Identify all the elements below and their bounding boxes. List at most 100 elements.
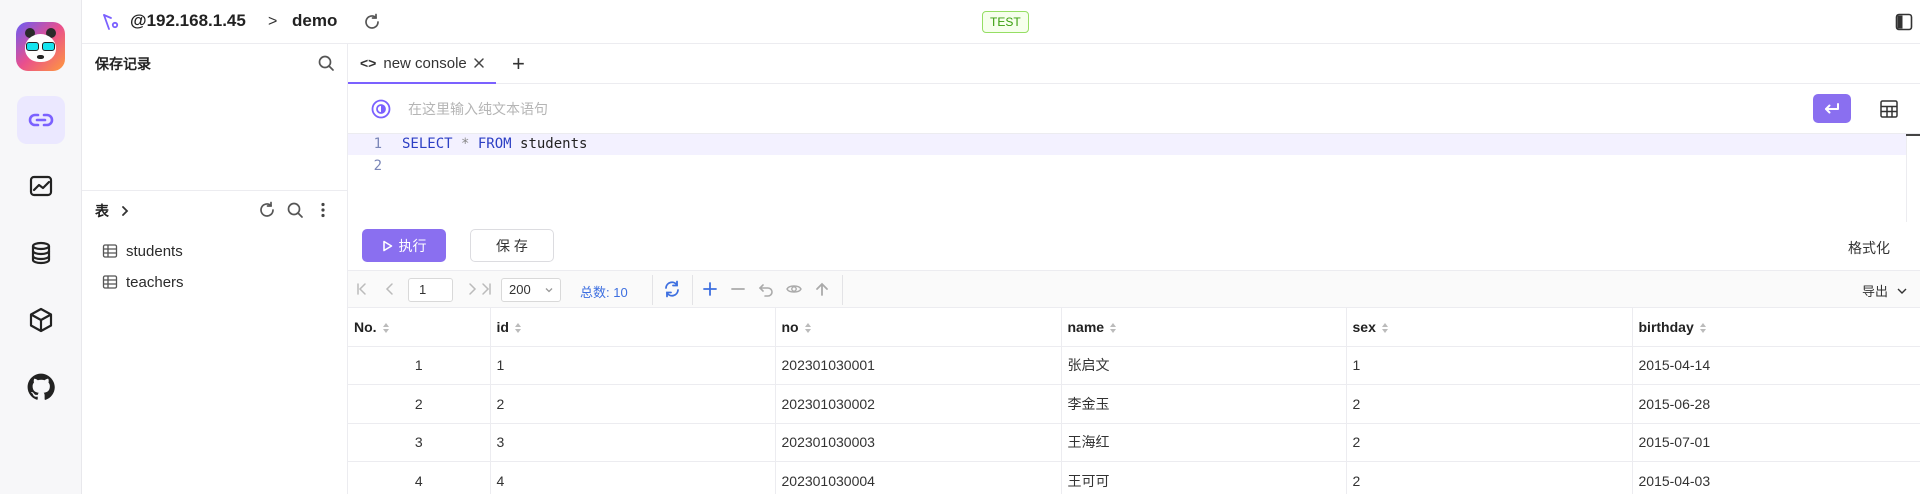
nl-query-input[interactable] xyxy=(408,96,1508,122)
sort-icon[interactable] xyxy=(804,322,812,334)
data-cell[interactable]: 2015-04-14 xyxy=(1632,346,1920,385)
tab-new-console[interactable]: <> new console xyxy=(348,44,496,84)
data-cell[interactable]: 202301030002 xyxy=(775,384,1062,424)
row-number-cell: 2 xyxy=(348,384,491,424)
tables-header[interactable]: 表 xyxy=(95,201,131,221)
rail-package-button[interactable] xyxy=(17,296,65,344)
data-cell[interactable]: 2 xyxy=(490,384,776,424)
icon-rail xyxy=(0,0,82,494)
table-view-icon[interactable] xyxy=(1878,98,1900,120)
search-icon[interactable] xyxy=(317,54,335,72)
link-icon xyxy=(28,113,54,127)
play-icon xyxy=(382,240,392,251)
console-tabs: <> new console + xyxy=(348,44,1920,84)
tab-label: new console xyxy=(383,54,467,72)
data-cell[interactable]: 王海红 xyxy=(1061,423,1347,462)
sort-icon[interactable] xyxy=(514,322,522,334)
code-line: SELECT * FROM students xyxy=(402,136,588,152)
database-name[interactable]: demo xyxy=(292,11,337,31)
total-count: 总数: 10 xyxy=(580,285,628,300)
action-bar: 执行 保 存 格式化 xyxy=(348,222,1920,270)
data-cell[interactable]: 张启文 xyxy=(1061,346,1347,385)
preview-icon[interactable] xyxy=(786,281,802,297)
row-number-cell: 1 xyxy=(348,346,491,385)
table-row[interactable]: 2 2 202301030002 李金玉 2 2015-06-28 xyxy=(348,384,1920,424)
nl-query-row xyxy=(348,84,1920,134)
prev-page-icon[interactable] xyxy=(382,281,398,297)
sort-icon[interactable] xyxy=(1381,322,1389,334)
sql-editor[interactable]: 1 SELECT * FROM students 2 xyxy=(348,134,1906,222)
data-cell[interactable]: 2015-07-01 xyxy=(1632,423,1920,462)
data-cell[interactable]: 2015-06-28 xyxy=(1632,384,1920,424)
panel-toggle-icon[interactable] xyxy=(1894,12,1914,32)
data-cell[interactable]: 李金玉 xyxy=(1061,384,1347,424)
tables-panel: 表 students teachers xyxy=(82,190,348,494)
database-icon xyxy=(31,241,51,265)
table-item-students[interactable]: students xyxy=(102,240,183,262)
close-icon[interactable] xyxy=(472,56,486,70)
refresh-icon[interactable] xyxy=(362,12,382,32)
submit-changes-icon[interactable] xyxy=(814,281,830,297)
editor-scrollbar[interactable] xyxy=(1906,134,1920,222)
data-cell[interactable]: 4 xyxy=(490,461,776,494)
column-header[interactable]: id xyxy=(490,308,776,347)
rail-github-button[interactable] xyxy=(17,363,65,411)
column-header[interactable]: no xyxy=(775,308,1062,347)
result-grid: No. id no name sex birthday 1 1 20230103… xyxy=(348,308,1920,494)
data-cell[interactable]: 2015-04-03 xyxy=(1632,461,1920,494)
data-cell[interactable]: 1 xyxy=(1346,346,1633,385)
data-cell[interactable]: 2 xyxy=(1346,461,1633,494)
table-row[interactable]: 3 3 202301030003 王海红 2 2015-07-01 xyxy=(348,423,1920,462)
connection-host[interactable]: @192.168.1.45 xyxy=(130,11,246,31)
more-options-icon[interactable] xyxy=(314,201,332,219)
column-header[interactable]: No. xyxy=(348,308,491,347)
env-badge: TEST xyxy=(982,11,1029,33)
submit-nl-button[interactable] xyxy=(1813,94,1851,123)
run-button[interactable]: 执行 xyxy=(362,229,446,262)
app-logo-icon xyxy=(16,22,65,71)
page-number-input[interactable]: 1 xyxy=(408,278,453,302)
format-button[interactable]: 格式化 xyxy=(1848,238,1890,258)
save-button[interactable]: 保 存 xyxy=(470,229,554,262)
data-cell[interactable]: 202301030003 xyxy=(775,423,1062,462)
undo-icon[interactable] xyxy=(758,281,774,297)
delete-row-icon[interactable] xyxy=(730,281,746,297)
table-row[interactable]: 4 4 202301030004 王可可 2 2015-04-03 xyxy=(348,461,1920,494)
enter-icon xyxy=(1825,102,1839,113)
ai-assistant-icon[interactable] xyxy=(370,98,392,120)
data-cell[interactable]: 202301030001 xyxy=(775,346,1062,385)
table-item-teachers[interactable]: teachers xyxy=(102,271,184,293)
sort-icon[interactable] xyxy=(1699,322,1707,334)
export-dropdown[interactable]: 导出 xyxy=(1862,281,1908,300)
sort-icon[interactable] xyxy=(382,322,390,334)
last-page-icon[interactable] xyxy=(478,281,494,297)
add-tab-button[interactable]: + xyxy=(512,53,525,75)
add-row-icon[interactable] xyxy=(702,281,718,297)
column-header[interactable]: name xyxy=(1061,308,1347,347)
rail-database-button[interactable] xyxy=(17,229,65,277)
data-cell[interactable]: 2 xyxy=(1346,423,1633,462)
refresh-tables-icon[interactable] xyxy=(258,201,276,219)
data-cell[interactable]: 1 xyxy=(490,346,776,385)
data-cell[interactable]: 202301030004 xyxy=(775,461,1062,494)
reload-results-icon[interactable] xyxy=(662,279,682,299)
data-cell[interactable]: 王可可 xyxy=(1061,461,1347,494)
first-page-icon[interactable] xyxy=(354,281,370,297)
code-icon: <> xyxy=(360,55,377,71)
saved-records-panel: 保存记录 xyxy=(82,44,348,190)
rail-connections-button[interactable] xyxy=(17,96,65,144)
data-cell[interactable]: 3 xyxy=(490,423,776,462)
github-icon xyxy=(27,373,55,400)
sort-icon[interactable] xyxy=(1109,322,1117,334)
page-size-select[interactable]: 200 xyxy=(501,278,561,302)
cube-icon xyxy=(29,307,53,333)
data-cell[interactable]: 2 xyxy=(1346,384,1633,424)
column-header[interactable]: sex xyxy=(1346,308,1633,347)
rail-dashboard-button[interactable] xyxy=(17,162,65,210)
search-tables-icon[interactable] xyxy=(286,201,304,219)
table-row[interactable]: 1 1 202301030001 张启文 1 2015-04-14 xyxy=(348,346,1920,385)
editor-line: 2 xyxy=(348,156,1906,177)
chevron-down-icon xyxy=(1897,288,1907,294)
tables-title: 表 xyxy=(95,203,109,219)
column-header[interactable]: birthday xyxy=(1632,308,1920,347)
